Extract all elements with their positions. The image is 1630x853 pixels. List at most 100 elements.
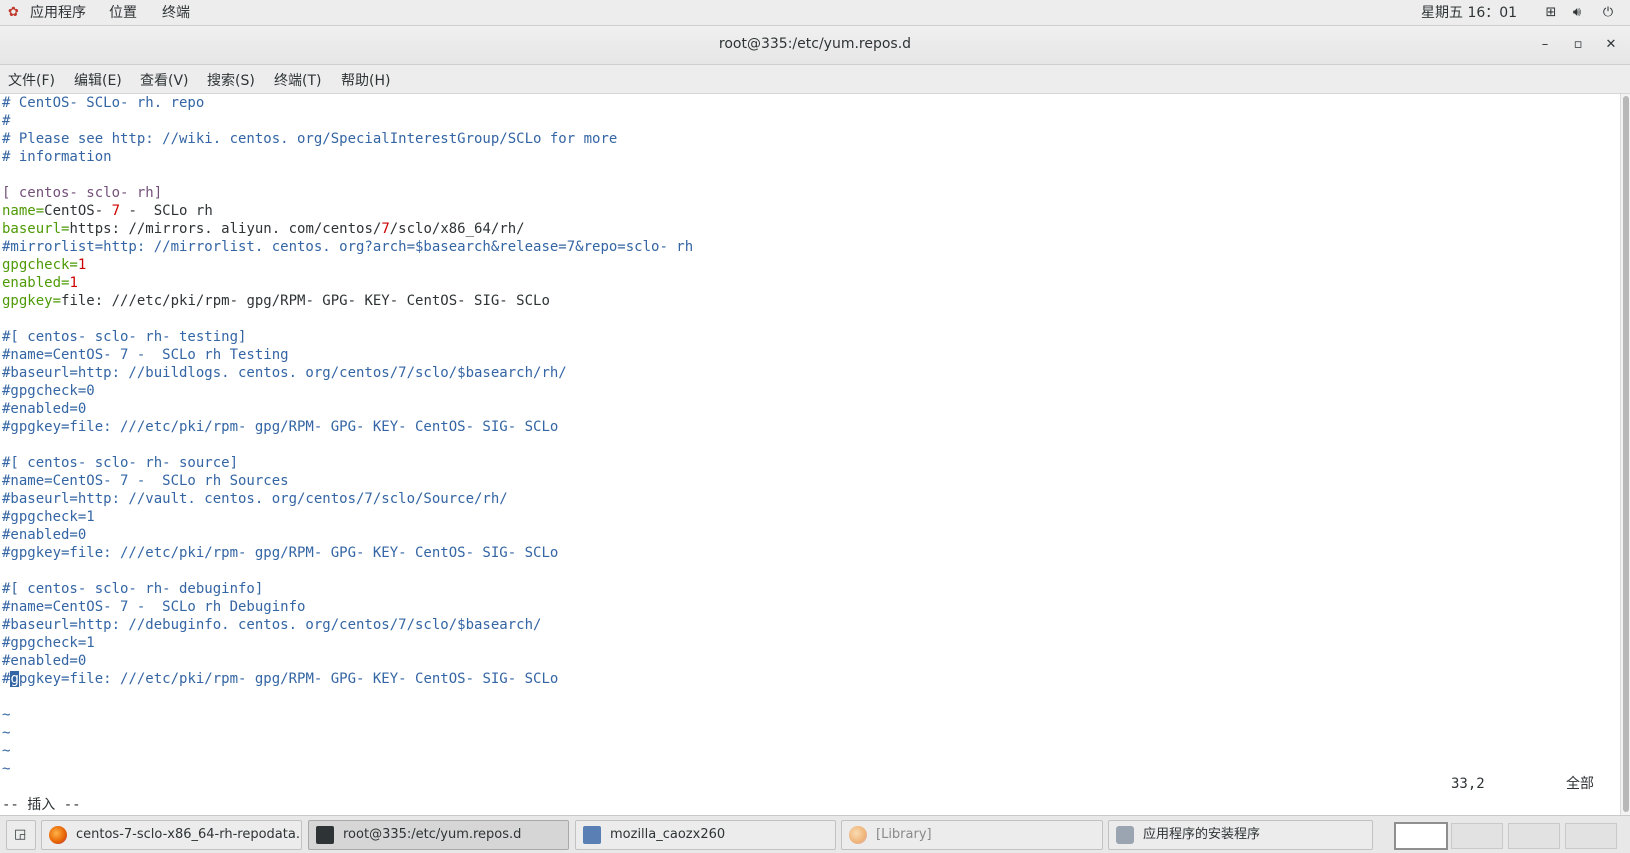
editor-line[interactable]: gpgcheck=1 xyxy=(2,256,86,274)
editor-text: #enabled=0 xyxy=(2,653,87,669)
scrollbar-thumb[interactable] xyxy=(1623,96,1629,812)
editor-line[interactable]: [ centos- sclo- rh] xyxy=(2,184,162,202)
menu-file[interactable]: 文件(F) xyxy=(8,70,55,90)
editor-text: #[ centos- sclo- rh- debuginfo] xyxy=(2,581,264,597)
editor-line[interactable]: #[ centos- sclo- rh- testing] xyxy=(2,328,246,346)
editor-text: #gpgcheck=1 xyxy=(2,509,95,525)
editor-line[interactable]: enabled=1 xyxy=(2,274,78,292)
editor-line[interactable]: # CentOS- SCLo- rh. repo xyxy=(2,94,204,112)
top-bar: ✿ 应用程序 位置 终端 星期五 16：01 ⊞ 🔊︎ ⏻ xyxy=(0,0,1630,26)
taskbar-item-library[interactable]: [Library] xyxy=(841,820,1103,850)
workspace-1[interactable] xyxy=(1394,822,1448,850)
menu-view[interactable]: 查看(V) xyxy=(140,70,189,90)
editor-text: [ centos- sclo- rh] xyxy=(2,185,163,201)
terminal-scrollbar[interactable] xyxy=(1620,94,1630,815)
places-menu[interactable]: 位置 xyxy=(109,3,137,23)
terminal-app-menu[interactable]: 终端 xyxy=(162,3,190,23)
task-label: root@335:/etc/yum.repos.d xyxy=(343,827,522,842)
taskbar-item-firefox-repodata[interactable]: centos-7-sclo-x86_64-rh-repodata... xyxy=(41,820,302,850)
editor-line[interactable]: #baseurl=http: //debuginfo. centos. org/… xyxy=(2,616,541,634)
firefox-icon xyxy=(849,826,867,844)
clock[interactable]: 星期五 16：01 xyxy=(1421,3,1517,23)
editor-line[interactable]: #baseurl=http: //buildlogs. centos. org/… xyxy=(2,364,567,382)
editor-text: 7 xyxy=(381,221,390,237)
editor-line[interactable]: -- 插入 -- xyxy=(2,796,81,814)
menu-edit[interactable]: 编辑(E) xyxy=(74,70,122,90)
editor-text: https: //mirrors. aliyun. com/centos/ xyxy=(69,221,382,237)
scroll-indicator: 全部 xyxy=(1566,776,1594,792)
editor-line[interactable]: #[ centos- sclo- rh- debuginfo] xyxy=(2,580,263,598)
editor-line[interactable]: #[ centos- sclo- rh- source] xyxy=(2,454,238,472)
task-label: 应用程序的安装程序 xyxy=(1143,827,1261,842)
editor-line[interactable]: # xyxy=(2,112,10,130)
editor-line[interactable]: #enabled=0 xyxy=(2,400,86,418)
editor-text: -- 插入 -- xyxy=(2,797,81,813)
editor-line[interactable]: gpgkey=file: ///etc/pki/rpm- gpg/RPM- GP… xyxy=(2,292,550,310)
window-title: root@335:/etc/yum.repos.d xyxy=(718,36,912,52)
editor-line[interactable]: #name=CentOS- 7 - SCLo rh Testing xyxy=(2,346,289,364)
text-cursor: g xyxy=(10,671,19,687)
editor-line[interactable]: #mirrorlist=http: //mirrorlist. centos. … xyxy=(2,238,693,256)
menu-terminal[interactable]: 终端(T) xyxy=(274,70,321,90)
menu-search[interactable]: 搜索(S) xyxy=(207,70,255,90)
applications-menu[interactable]: 应用程序 xyxy=(30,3,86,23)
network-icon[interactable]: ⊞ xyxy=(1542,4,1560,22)
workspace-2[interactable] xyxy=(1451,823,1503,849)
menu-help[interactable]: 帮助(H) xyxy=(341,70,390,90)
editor-text: 7 xyxy=(111,203,121,219)
taskbar-item-software-installer[interactable]: 应用程序的安装程序 xyxy=(1108,820,1373,850)
editor-text: #name=CentOS- 7 - SCLo rh Debuginfo xyxy=(2,599,306,615)
editor-text: gpgkey= xyxy=(2,293,62,309)
task-label: centos-7-sclo-x86_64-rh-repodata... xyxy=(76,827,302,842)
cursor-position: 33,2 xyxy=(1451,776,1485,792)
editor-text: # CentOS- SCLo- rh. repo xyxy=(2,95,205,111)
editor-text: #gpgcheck=1 xyxy=(2,635,95,651)
editor-line[interactable]: #name=CentOS- 7 - SCLo rh Debuginfo xyxy=(2,598,305,616)
minimize-button[interactable]: – xyxy=(1535,35,1555,55)
editor-line[interactable]: #enabled=0 xyxy=(2,652,86,670)
volume-icon[interactable]: 🔊︎ xyxy=(1568,4,1586,22)
editor-text: #baseurl=http: //debuginfo. centos. org/… xyxy=(2,617,542,633)
taskbar-item-terminal[interactable]: root@335:/etc/yum.repos.d xyxy=(308,820,569,850)
window-titlebar[interactable]: root@335:/etc/yum.repos.d – ▫ ✕ xyxy=(0,26,1630,65)
editor-text: #name=CentOS- 7 - SCLo rh Sources xyxy=(2,473,289,489)
editor-text: gpgcheck= xyxy=(2,257,78,273)
editor-line[interactable]: #gpgcheck=1 xyxy=(2,634,95,652)
editor-line[interactable]: #gpgcheck=0 xyxy=(2,382,95,400)
editor-line[interactable]: #enabled=0 xyxy=(2,526,86,544)
editor-line[interactable]: baseurl=https: //mirrors. aliyun. com/ce… xyxy=(2,220,525,238)
close-button[interactable]: ✕ xyxy=(1601,35,1621,55)
editor-line[interactable]: # information xyxy=(2,148,112,166)
editor-text: #[ centos- sclo- rh- source] xyxy=(2,455,239,471)
editor-text: enabled= xyxy=(2,275,70,291)
power-icon[interactable]: ⏻ xyxy=(1599,4,1617,22)
show-desktop-button[interactable]: ◲ xyxy=(6,820,36,850)
editor-line[interactable]: #baseurl=http: //vault. centos. org/cent… xyxy=(2,490,508,508)
taskbar-item-file-manager[interactable]: mozilla_caozx260 xyxy=(575,820,836,850)
editor-line[interactable]: ~ xyxy=(2,742,10,760)
task-label: [Library] xyxy=(876,827,932,842)
editor-line[interactable]: name=CentOS- 7 - SCLo rh xyxy=(2,202,213,220)
editor-line[interactable]: # Please see http: //wiki. centos. org/S… xyxy=(2,130,617,148)
editor-text: #baseurl=http: //buildlogs. centos. org/… xyxy=(2,365,567,381)
task-label: mozilla_caozx260 xyxy=(610,827,726,842)
editor-line[interactable]: ~ xyxy=(2,760,10,778)
editor-text: #enabled=0 xyxy=(2,401,87,417)
software-installer-icon xyxy=(1116,826,1134,844)
maximize-button[interactable]: ▫ xyxy=(1568,35,1588,55)
editor-line[interactable]: #gpgkey=file: ///etc/pki/rpm- gpg/RPM- G… xyxy=(2,544,558,562)
editor-line[interactable]: ~ xyxy=(2,706,10,724)
workspace-4[interactable] xyxy=(1565,823,1617,849)
editor-text: #enabled=0 xyxy=(2,527,87,543)
editor-text: #gpgcheck=0 xyxy=(2,383,95,399)
editor-line[interactable]: ~ xyxy=(2,724,10,742)
editor-text: baseurl= xyxy=(2,221,70,237)
editor-text: # xyxy=(2,113,11,129)
editor-line[interactable]: #gpgcheck=1 xyxy=(2,508,95,526)
terminal-view[interactable]: # CentOS- SCLo- rh. repo # # Please see ht… xyxy=(0,94,1620,815)
editor-line[interactable]: #gpgkey=file: ///etc/pki/rpm- gpg/RPM- G… xyxy=(2,670,558,688)
workspace-3[interactable] xyxy=(1508,823,1560,849)
editor-line[interactable]: #name=CentOS- 7 - SCLo rh Sources xyxy=(2,472,289,490)
editor-line[interactable]: #gpgkey=file: ///etc/pki/rpm- gpg/RPM- G… xyxy=(2,418,558,436)
editor-text: /sclo/x86_64/rh/ xyxy=(389,221,525,237)
